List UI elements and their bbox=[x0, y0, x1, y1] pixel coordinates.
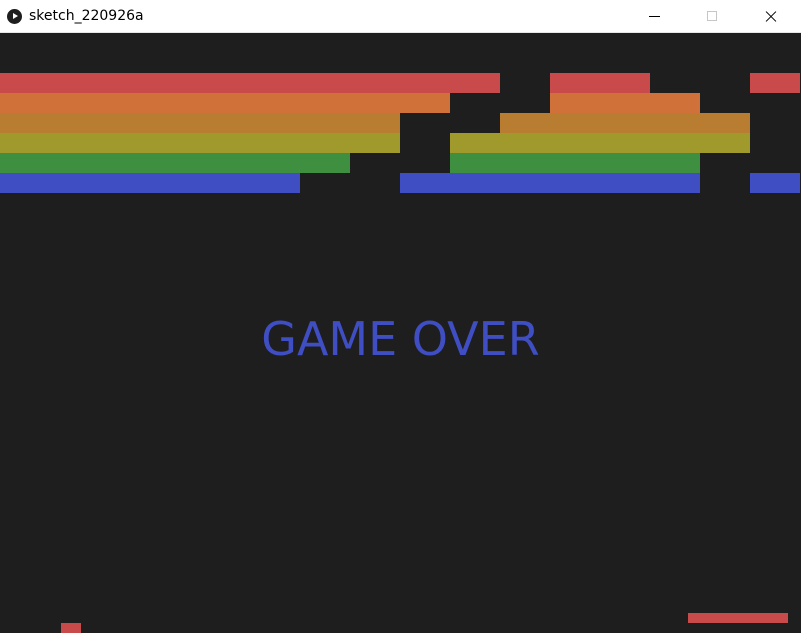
brick bbox=[550, 73, 600, 93]
brick bbox=[650, 113, 700, 133]
brick bbox=[100, 93, 150, 113]
game-canvas[interactable]: GAME OVER bbox=[0, 33, 801, 633]
sketch-window: sketch_220926a GAME OVER bbox=[0, 0, 801, 633]
brick bbox=[100, 113, 150, 133]
brick bbox=[500, 153, 550, 173]
brick bbox=[650, 153, 700, 173]
brick bbox=[350, 93, 400, 113]
window-title: sketch_220926a bbox=[29, 8, 144, 24]
brick bbox=[50, 133, 100, 153]
brick bbox=[500, 133, 550, 153]
brick bbox=[250, 153, 300, 173]
brick bbox=[500, 113, 550, 133]
brick bbox=[700, 113, 750, 133]
brick bbox=[750, 73, 800, 93]
brick bbox=[600, 153, 650, 173]
brick bbox=[550, 113, 600, 133]
brick bbox=[550, 133, 600, 153]
brick bbox=[550, 153, 600, 173]
brick bbox=[750, 173, 800, 193]
brick bbox=[50, 173, 100, 193]
brick bbox=[300, 73, 350, 93]
brick bbox=[250, 93, 300, 113]
brick bbox=[50, 93, 100, 113]
brick bbox=[150, 133, 200, 153]
brick bbox=[100, 173, 150, 193]
brick bbox=[400, 73, 450, 93]
brick bbox=[450, 133, 500, 153]
brick bbox=[150, 173, 200, 193]
brick bbox=[600, 93, 650, 113]
brick bbox=[200, 93, 250, 113]
close-button[interactable] bbox=[747, 0, 793, 33]
brick bbox=[250, 73, 300, 93]
brick bbox=[600, 113, 650, 133]
brick bbox=[200, 73, 250, 93]
brick bbox=[650, 133, 700, 153]
brick bbox=[550, 173, 600, 193]
brick bbox=[600, 73, 650, 93]
brick bbox=[450, 73, 500, 93]
processing-play-icon bbox=[7, 9, 22, 24]
brick bbox=[50, 113, 100, 133]
brick bbox=[350, 133, 400, 153]
brick bbox=[150, 113, 200, 133]
brick bbox=[200, 133, 250, 153]
brick bbox=[650, 93, 700, 113]
brick bbox=[300, 153, 350, 173]
brick bbox=[150, 93, 200, 113]
brick bbox=[700, 133, 750, 153]
brick bbox=[300, 133, 350, 153]
brick bbox=[450, 153, 500, 173]
brick bbox=[600, 133, 650, 153]
minimize-button[interactable] bbox=[632, 0, 678, 33]
brick bbox=[400, 173, 450, 193]
brick bbox=[250, 173, 300, 193]
brick bbox=[150, 73, 200, 93]
brick bbox=[550, 93, 600, 113]
ball bbox=[61, 623, 81, 633]
brick bbox=[0, 173, 50, 193]
brick bbox=[0, 73, 50, 93]
brick bbox=[100, 133, 150, 153]
brick bbox=[0, 113, 50, 133]
brick bbox=[200, 153, 250, 173]
brick bbox=[300, 113, 350, 133]
brick bbox=[350, 73, 400, 93]
brick bbox=[500, 173, 550, 193]
brick bbox=[0, 93, 50, 113]
brick bbox=[200, 113, 250, 133]
brick bbox=[400, 93, 450, 113]
brick bbox=[50, 73, 100, 93]
brick bbox=[0, 153, 50, 173]
brick bbox=[250, 113, 300, 133]
title-bar: sketch_220926a bbox=[0, 0, 801, 33]
paddle bbox=[688, 613, 788, 623]
brick bbox=[100, 153, 150, 173]
brick bbox=[450, 173, 500, 193]
brick bbox=[100, 73, 150, 93]
game-over-text: GAME OVER bbox=[261, 312, 540, 366]
brick bbox=[50, 153, 100, 173]
brick bbox=[250, 133, 300, 153]
brick bbox=[200, 173, 250, 193]
brick bbox=[600, 173, 650, 193]
brick bbox=[150, 153, 200, 173]
brick bbox=[0, 133, 50, 153]
brick bbox=[350, 113, 400, 133]
brick bbox=[300, 93, 350, 113]
brick bbox=[650, 173, 700, 193]
maximize-button[interactable] bbox=[689, 0, 735, 33]
